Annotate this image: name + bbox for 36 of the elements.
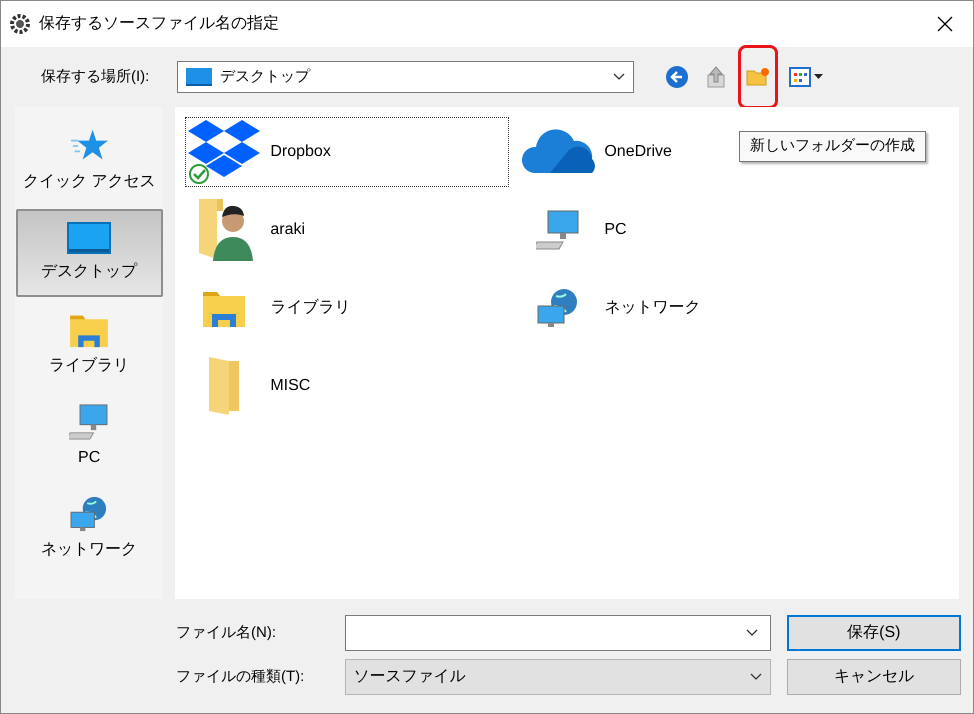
file-item[interactable]: ライブラリ	[185, 273, 356, 343]
desktop-icon	[186, 68, 212, 86]
file-item[interactable]: PC	[519, 195, 632, 265]
sidebar-item[interactable]: ネットワーク	[16, 485, 163, 573]
view-menu-icon	[789, 66, 825, 88]
computer-icon	[536, 210, 580, 250]
sidebar-item[interactable]: クイック アクセス	[16, 117, 163, 205]
save-button[interactable]: 保存(S)	[786, 615, 961, 651]
file-name-field[interactable]	[344, 615, 771, 651]
location-dropdown[interactable]: デスクトップ	[177, 61, 634, 93]
sidebar-item[interactable]: デスクトップ	[16, 209, 163, 297]
file-item[interactable]: araki	[185, 195, 310, 265]
chevron-down-icon	[746, 629, 758, 637]
cloud-icon	[520, 129, 596, 175]
file-name-label: ファイル名(N):	[176, 622, 277, 643]
new-folder-icon	[746, 67, 770, 87]
monitor-icon	[67, 222, 112, 254]
chevron-down-icon	[613, 73, 625, 81]
gear-icon	[9, 13, 31, 35]
up-folder-icon	[705, 65, 727, 89]
dropbox-icon	[188, 119, 260, 185]
close-icon	[937, 16, 953, 32]
cancel-button[interactable]: キャンセル	[786, 659, 961, 695]
file-item[interactable]: Dropbox	[185, 117, 510, 187]
file-type-label: ファイルの種類(T):	[176, 666, 306, 687]
chevron-down-icon	[750, 673, 762, 681]
file-type-dropdown[interactable]: ソースファイル	[344, 659, 771, 695]
file-item[interactable]: ネットワーク	[519, 273, 706, 343]
window-title: 保存するソースファイル名の指定	[39, 14, 279, 34]
tooltip: 新しいフォルダーの作成	[739, 131, 926, 162]
file-item[interactable]: MISC	[185, 351, 316, 421]
sidebar-item[interactable]: PC	[16, 393, 163, 481]
file-item[interactable]: OneDrive	[519, 117, 677, 187]
location-label: 保存する場所(I):	[41, 66, 150, 87]
sidebar-item[interactable]: ライブラリ	[16, 301, 163, 389]
computer-icon	[69, 404, 110, 440]
